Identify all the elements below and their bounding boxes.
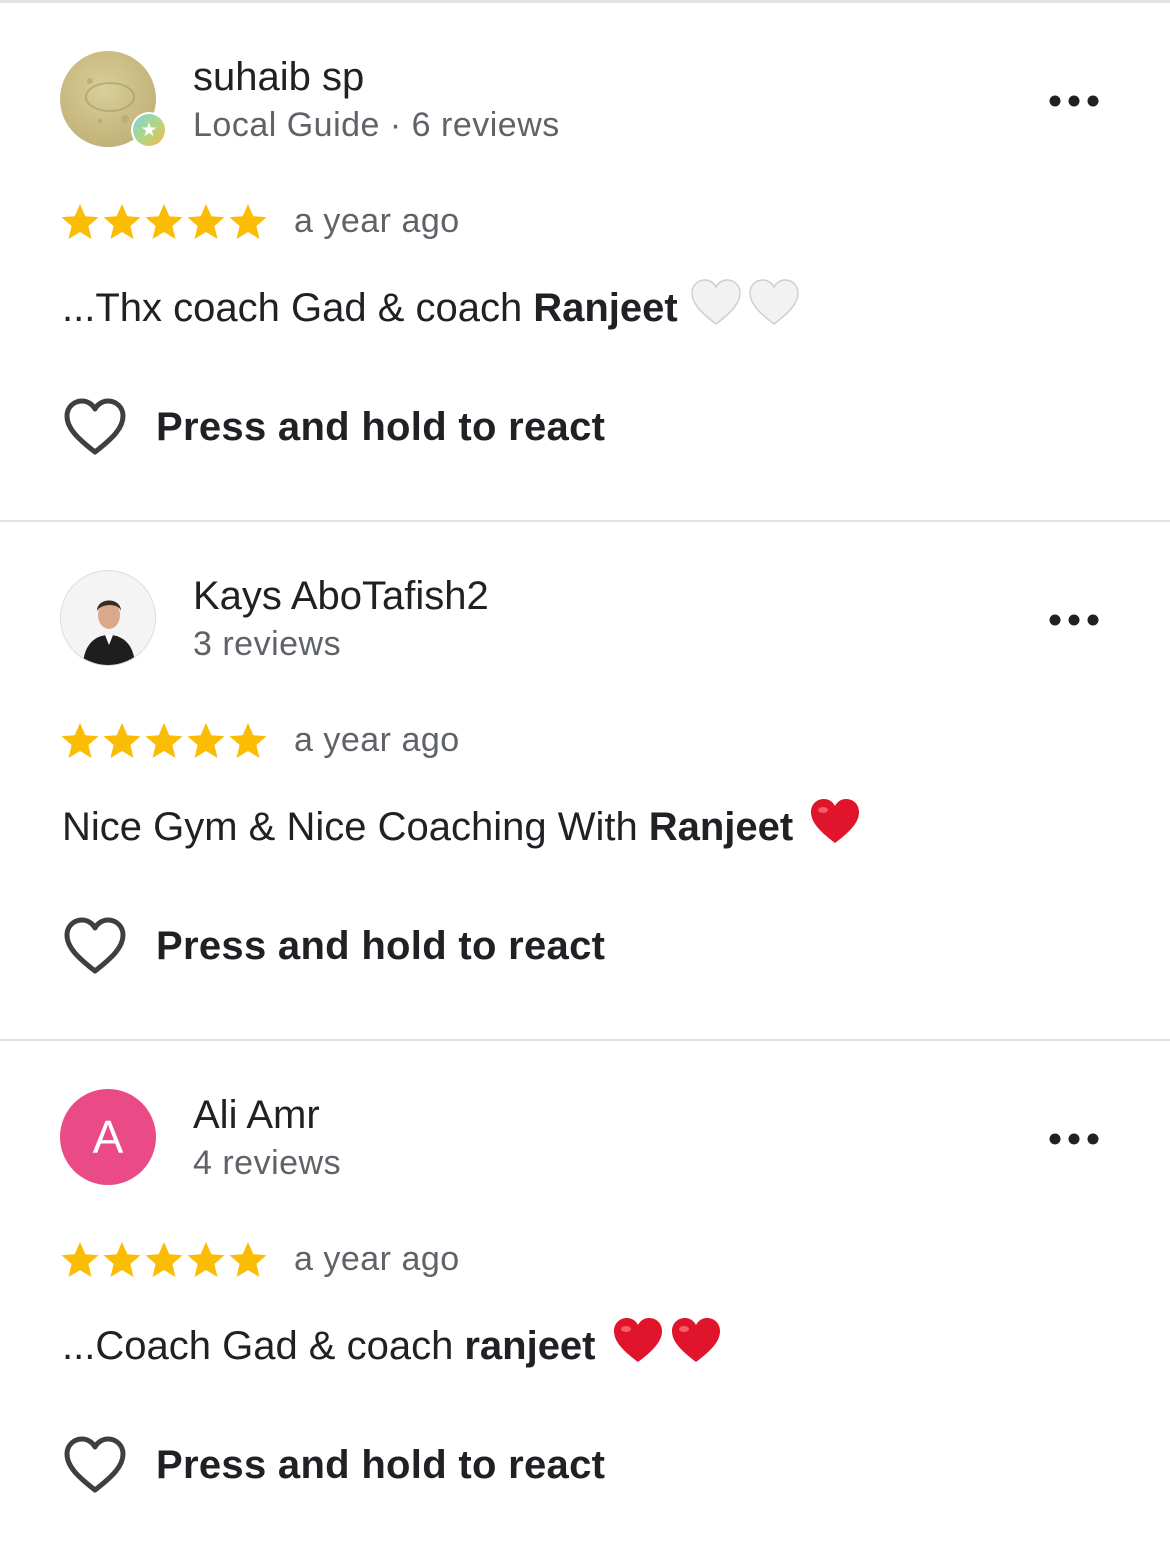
more-dots-icon	[1049, 95, 1099, 107]
star-icon	[187, 1242, 225, 1277]
review-text-highlight: ranjeet	[464, 1323, 596, 1368]
review-card: A Ali Amr 4 reviews a year ago ...Coach …	[0, 1041, 1170, 1560]
reviewer-subline: Local Guide · 6 reviews	[193, 106, 560, 144]
more-options-button[interactable]	[1044, 81, 1104, 121]
star-icon	[229, 723, 267, 758]
review-time: a year ago	[294, 721, 460, 759]
react-button[interactable]: Press and hold to react	[62, 914, 605, 978]
more-options-button[interactable]	[1044, 600, 1104, 640]
react-label: Press and hold to react	[156, 923, 606, 968]
more-dots-icon	[1049, 614, 1099, 626]
white-heart-icon	[748, 279, 800, 337]
white-heart-icon	[690, 279, 742, 337]
react-button[interactable]: Press and hold to react	[62, 395, 605, 459]
review-text-body: ...Thx coach Gad & coach	[62, 285, 523, 330]
more-dots-icon	[1049, 1133, 1099, 1145]
review-text[interactable]: Nice Gym & Nice Coaching With Ranjeet	[62, 798, 861, 856]
star-icon	[61, 204, 99, 239]
react-label: Press and hold to react	[156, 404, 606, 449]
more-options-button[interactable]	[1044, 1119, 1104, 1159]
react-button[interactable]: Press and hold to react	[62, 1433, 605, 1497]
avatar[interactable]: ★	[60, 51, 167, 148]
reviewer-subline: 4 reviews	[193, 1144, 342, 1182]
react-label: Press and hold to react	[156, 1442, 606, 1487]
review-text-highlight: Ranjeet	[533, 285, 678, 330]
review-time: a year ago	[294, 202, 460, 240]
review-text-body: ...Coach Gad & coach	[62, 1323, 454, 1368]
red-heart-icon	[612, 1317, 664, 1375]
avatar[interactable]	[60, 570, 156, 666]
heart-outline-icon	[64, 917, 126, 974]
star-icon	[103, 723, 141, 758]
review-text-highlight: Ranjeet	[648, 804, 794, 849]
avatar-photo	[60, 570, 156, 666]
review-text[interactable]: ...Coach Gad & coach ranjeet	[62, 1317, 722, 1375]
avatar-letter: A	[60, 1089, 156, 1185]
local-guide-badge-icon: ★	[131, 112, 167, 148]
star-icon	[187, 204, 225, 239]
star-icon	[145, 204, 183, 239]
star-icon	[61, 723, 99, 758]
heart-outline-icon	[64, 1436, 126, 1493]
review-card: Kays AboTafish2 3 reviews a year ago Nic…	[0, 522, 1170, 1041]
star-icon	[103, 1242, 141, 1277]
star-icon	[229, 1242, 267, 1277]
star-icon	[145, 1242, 183, 1277]
review-text-body: Nice Gym & Nice Coaching With	[62, 804, 638, 849]
review-time: a year ago	[294, 1240, 460, 1278]
review-text[interactable]: ...Thx coach Gad & coach Ranjeet	[62, 279, 800, 337]
reviewer-subline: 3 reviews	[193, 625, 342, 663]
reviewer-name[interactable]: Ali Amr	[193, 1093, 320, 1138]
reviewer-name[interactable]: Kays AboTafish2	[193, 574, 489, 619]
review-card: ★ suhaib sp Local Guide · 6 reviews a ye…	[0, 3, 1170, 522]
reviewer-name[interactable]: suhaib sp	[193, 55, 364, 100]
avatar[interactable]: A	[60, 1089, 156, 1185]
star-rating	[60, 721, 270, 765]
red-heart-icon	[809, 798, 861, 856]
red-heart-icon	[670, 1317, 722, 1375]
star-icon	[103, 204, 141, 239]
star-icon	[229, 204, 267, 239]
heart-outline-icon	[64, 398, 126, 455]
star-rating	[60, 202, 270, 246]
star-icon	[145, 723, 183, 758]
star-icon	[187, 723, 225, 758]
star-rating	[60, 1240, 270, 1284]
star-icon	[61, 1242, 99, 1277]
